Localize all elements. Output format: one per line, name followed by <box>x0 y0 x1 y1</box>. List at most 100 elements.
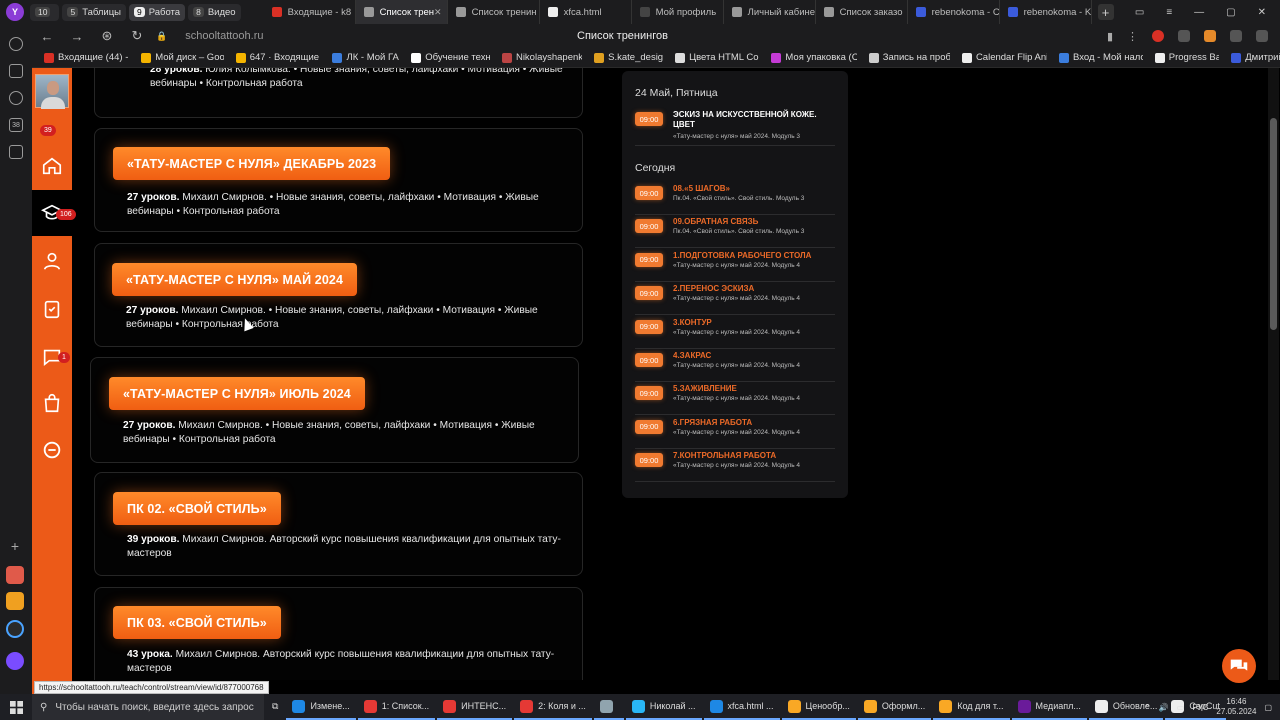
schedule-title[interactable]: 08.«5 ШАГОВ» <box>673 184 833 194</box>
taskbar-app[interactable]: xfca.html ... <box>703 694 780 720</box>
schedule-item[interactable]: 09:00 09.ОБРАТНАЯ СВЯЗЬ Пк.04. «Свой стиль… <box>635 215 835 249</box>
course-card[interactable]: «ТАТУ-МАСТЕР С НУЛЯ» МАЙ 2024 27 уроков. … <box>94 243 583 347</box>
schedule-title[interactable]: 6.ГРЯЗНАЯ РАБОТА <box>673 418 833 428</box>
app-icon-blue[interactable] <box>6 620 24 638</box>
adblock-icon[interactable] <box>1152 30 1164 42</box>
notifications-icon[interactable]: ▢ <box>1264 703 1272 712</box>
yandex-browser-logo[interactable]: Y <box>6 3 24 21</box>
taskbar-app[interactable] <box>593 694 624 720</box>
schedule-item[interactable]: 09:00 7.КОНТРОЛЬНАЯ РАБОТА «Тату-мастер с … <box>635 449 835 483</box>
browser-tab-4[interactable]: Мой профиль <box>632 0 724 24</box>
browser-tab-5[interactable]: Личный кабине <box>724 0 816 24</box>
bookmark-item[interactable]: Мой диск – Goog <box>141 52 224 63</box>
browser-tab-6[interactable]: Список заказо <box>816 0 908 24</box>
sidebar-item-support[interactable] <box>32 435 72 465</box>
taskbar-app[interactable]: Медиапл... <box>1011 694 1087 720</box>
bookmark-item[interactable]: Progress Bar <box>1154 52 1219 63</box>
schedule-item[interactable]: 09:00 4.ЗАКРАС «Тату-мастер с нуля» май 20… <box>635 349 835 382</box>
taskbar-search[interactable]: ⚲ Чтобы начать поиск, введите здесь запр… <box>32 694 264 720</box>
bookmark-item[interactable]: Calendar Flip Anin <box>961 52 1047 63</box>
schedule-title[interactable]: 5.ЗАЖИВЛЕНИЕ <box>673 384 833 394</box>
schedule-item[interactable]: 09:00 6.ГРЯЗНАЯ РАБОТА «Тату-мастер с нуля… <box>635 416 835 449</box>
course-card[interactable]: ПК 03. «СВОЙ СТИЛЬ» 43 урока. Михаил Смир… <box>94 587 583 680</box>
bookmark-item[interactable]: Входящие (44) - k <box>44 52 129 63</box>
browser-tab-0[interactable]: Входящие - k8 <box>264 0 356 24</box>
bookmark-item[interactable]: S.kate_design <box>594 52 663 63</box>
new-tab-button[interactable]: + <box>1097 4 1114 20</box>
extension-icon[interactable] <box>1178 30 1190 42</box>
browser-tab-7[interactable]: rebenokoma - C <box>908 0 1000 24</box>
app-icon-orange[interactable] <box>6 592 24 610</box>
bookmark-item[interactable]: Дмитрий <box>1231 52 1280 63</box>
sidebar-item-home[interactable] <box>32 151 72 181</box>
tray-chevron-icon[interactable]: ⌃ <box>1144 703 1151 712</box>
alice-icon[interactable] <box>6 652 24 670</box>
maximize-button[interactable]: ▢ <box>1226 7 1235 18</box>
language-indicator[interactable]: РУС <box>1192 703 1208 712</box>
course-title-button[interactable]: «ТАТУ-МАСТЕР С НУЛЯ» ИЮЛЬ 2024 <box>109 377 365 410</box>
bookmark-item[interactable]: Обучение техни <box>411 52 490 63</box>
bookmark-item[interactable]: Вход - Мой налог <box>1059 52 1143 63</box>
forward-icon[interactable]: → <box>62 29 92 44</box>
add-panel-icon[interactable]: + <box>6 538 24 556</box>
schedule-item[interactable]: 09:00 ЭСКИЗ НА ИСКУССТВЕННОЙ КОЖЕ. ЦВЕТ «Т… <box>635 108 835 146</box>
sidebar-item-tasks[interactable] <box>32 294 72 324</box>
taskbar-app[interactable]: Ценообр... <box>781 694 856 720</box>
schedule-title[interactable]: 1.ПОДГОТОВКА РАБОЧЕГО СТОЛА <box>673 251 833 261</box>
taskbar-app[interactable]: Код для т... <box>933 694 1010 720</box>
lens-icon[interactable] <box>9 145 23 159</box>
schedule-title[interactable]: 2.ПЕРЕНОС ЭСКИЗА <box>673 284 833 294</box>
course-card[interactable]: 28 уроков. Юлия Колымкова. • Новые знани… <box>94 68 583 118</box>
bookmark-item[interactable]: ЛК - Мой ГАЗ <box>332 52 399 63</box>
course-card[interactable]: ПК 02. «СВОЙ СТИЛЬ» 39 уроков. Михаил Сми… <box>94 472 583 576</box>
downloads-icon[interactable] <box>1256 30 1268 42</box>
notes-icon[interactable] <box>9 64 23 78</box>
bookmark-item[interactable]: Запись на пробн <box>868 52 950 63</box>
protect-icon[interactable]: ⊛ <box>92 28 122 44</box>
tab-group-1[interactable]: 5 Таблицы <box>62 3 126 21</box>
schedule-item[interactable]: 09:00 5.ЗАЖИВЛЕНИЕ «Тату-мастер с нуля» ма… <box>635 382 835 416</box>
browser-menu-icon[interactable]: ≡ <box>1166 7 1172 18</box>
course-title-button[interactable]: ПК 02. «СВОЙ СТИЛЬ» <box>113 492 281 525</box>
more-icon[interactable]: ⋮ <box>1127 30 1138 43</box>
sidebar-item-shop[interactable] <box>32 388 72 418</box>
close-tab-icon[interactable]: ✕ <box>434 7 442 18</box>
schedule-item[interactable]: 09:00 2.ПЕРЕНОС ЭСКИЗА «Тату-мастер с нуля… <box>635 282 835 316</box>
schedule-item[interactable]: 09:00 3.КОНТУР «Тату-мастер с нуля» май 20… <box>635 316 835 349</box>
taskbar-app[interactable]: Измене... <box>286 694 356 720</box>
bookmark-item[interactable]: Цвета HTML Colo <box>675 52 759 63</box>
task-view-button[interactable]: ⧉ <box>266 694 284 720</box>
reload-icon[interactable]: ↻ <box>122 28 152 44</box>
schedule-item[interactable]: 09:00 1.ПОДГОТОВКА РАБОЧЕГО СТОЛА «Тату-ма… <box>635 249 835 282</box>
close-button[interactable]: ✕ <box>1258 7 1266 18</box>
tab-group-0[interactable]: 10 <box>30 3 60 21</box>
tab-group-2[interactable]: 9 Работа <box>129 3 186 21</box>
clock[interactable]: 16:46 27.05.2024 <box>1216 697 1256 717</box>
schedule-title[interactable]: 4.ЗАКРАС <box>673 351 833 361</box>
tab-group-3[interactable]: 8 Видео <box>188 3 241 21</box>
sidebar-item-profile[interactable] <box>32 246 72 276</box>
browser-tab-3[interactable]: xfca.html <box>540 0 632 24</box>
app-icon-red[interactable] <box>6 566 24 584</box>
course-card[interactable]: «ТАТУ-МАСТЕР С НУЛЯ» ИЮЛЬ 2024 27 уроков.… <box>90 357 579 463</box>
bookmark-item[interactable]: Nikolayshapenko <box>501 52 582 63</box>
tabs-menu-icon[interactable]: ▭ <box>1135 7 1144 18</box>
taskbar-app[interactable]: ИНТЕНС... <box>437 694 513 720</box>
lock-icon[interactable]: 🔒 <box>156 31 167 42</box>
url-field[interactable]: schooltattooh.ru <box>185 30 263 42</box>
chat-widget-button[interactable] <box>1222 649 1256 683</box>
back-icon[interactable]: ← <box>32 29 62 44</box>
network-icon[interactable]: ▭ <box>1177 703 1185 712</box>
schedule-item[interactable]: 09:00 08.«5 ШАГОВ» Пк.04. «Свой стиль». Св… <box>635 182 835 215</box>
taskbar-app[interactable]: 2: Коля и ... <box>514 694 592 720</box>
video-icon[interactable] <box>9 91 23 105</box>
browser-tab-2[interactable]: Список тренин <box>448 0 540 24</box>
schedule-title[interactable]: 3.КОНТУР <box>673 318 833 328</box>
scrollbar-thumb[interactable] <box>1270 118 1277 330</box>
browser-tab-1[interactable]: Список трен ✕ <box>355 0 448 24</box>
bookmark-item[interactable]: 647 · Входящие – <box>235 52 320 63</box>
history-icon[interactable] <box>9 37 23 51</box>
course-title-button[interactable]: ПК 03. «СВОЙ СТИЛЬ» <box>113 606 281 639</box>
taskbar-app[interactable]: Николай ... <box>625 694 702 720</box>
schedule-title[interactable]: 7.КОНТРОЛЬНАЯ РАБОТА <box>673 451 833 461</box>
